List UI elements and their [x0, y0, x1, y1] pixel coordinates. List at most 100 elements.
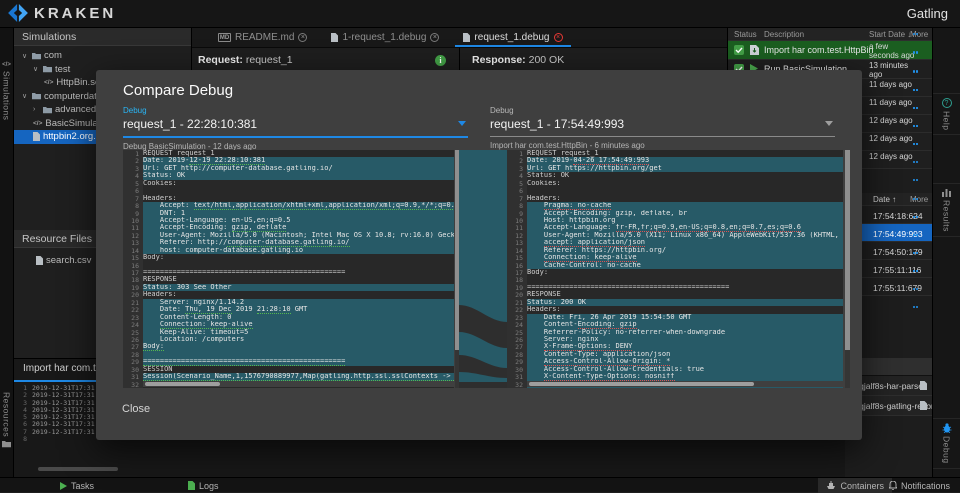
close-button[interactable]: Close	[112, 398, 160, 420]
har-import-icon	[750, 45, 759, 55]
col-start-date[interactable]: Start Date ↓	[869, 30, 911, 39]
debug-select-left-value[interactable]: request_1 - 22:28:10:381	[123, 117, 468, 131]
code-line: 9 DNT: 1	[123, 210, 454, 217]
notifications-tab-label: Notifications	[901, 481, 950, 491]
info-icon[interactable]: i	[435, 55, 446, 66]
code-icon: </>	[2, 62, 11, 68]
chevron-down-icon[interactable]: ∨	[22, 92, 29, 100]
close-icon[interactable]: ×	[430, 33, 439, 42]
results-icon	[942, 188, 951, 197]
code-line: 20RESPONSE	[507, 291, 843, 298]
task-start-date: 12 days ago	[869, 153, 915, 162]
code-line: 6	[123, 187, 454, 194]
close-icon[interactable]: ×	[298, 33, 307, 42]
simulations-panel-title: Simulations	[14, 28, 191, 46]
rail-tab-help[interactable]: ? Help	[933, 93, 960, 135]
sort-up-icon: ↑	[892, 195, 896, 204]
code-line: 2Date: 2019-04-26 17:54:49:993	[507, 157, 843, 164]
code-line: 3Url: GET https://httpbin.org/get	[507, 165, 843, 172]
code-line: 13 accept: application/json	[507, 239, 843, 246]
editor-tab-request-1-debug[interactable]: request_1.debug ×	[451, 28, 574, 47]
code-line: 22 Date: Thu, 19 Dec 2019 21:28:10 GMT	[123, 306, 454, 313]
code-line: 15Body:	[123, 254, 454, 261]
editor-tab-readme-md[interactable]: MDREADME.md×	[206, 28, 319, 47]
code-line: 12 User-Agent: Mozilla/5.0 (Macintosh; I…	[123, 232, 454, 239]
code-line: 31Session(Scenario_Name,1,1576790889977,…	[123, 373, 454, 380]
file-icon	[331, 33, 338, 42]
code-line: 8 Pragma: no-cache	[507, 202, 843, 209]
code-icon: </>	[44, 79, 53, 86]
checkbox-checked-icon[interactable]	[734, 45, 744, 55]
folder-icon	[32, 92, 41, 100]
task-start-date: 11 days ago	[869, 81, 915, 90]
code-line: 15 Connection: keep-alive	[507, 254, 843, 261]
compare-debug-modal: Compare Debug Debug request_1 - 22:28:10…	[96, 70, 862, 440]
debug-label: Debug	[942, 436, 952, 464]
task-start-date: 12 days ago	[869, 135, 915, 144]
rail-tab-results[interactable]: Results	[933, 183, 960, 237]
debug-select-right-value[interactable]: request_1 - 17:54:49:993	[490, 117, 835, 131]
task-row[interactable]: Import har com.test.HttpBina few seconds…	[728, 41, 932, 60]
more-menu-icon[interactable]	[912, 133, 920, 187]
col-date[interactable]: Date ↑	[873, 195, 896, 204]
rail-tab-resources[interactable]: Resources	[0, 388, 13, 452]
code-line: 12 User-Agent: Mozilla/5.0 (X11; Linux x…	[507, 232, 843, 239]
tasks-table-header: Status Description Start Date ↓ More	[728, 28, 932, 41]
file-icon	[36, 256, 43, 265]
help-icon: ?	[942, 98, 952, 108]
log-hscrollbar[interactable]	[38, 467, 118, 471]
code-line: 17======================================…	[123, 269, 454, 276]
chevron-right-icon[interactable]: ›	[33, 106, 40, 113]
code-line: 24 Connection: keep-alive	[123, 321, 454, 328]
tasks-tab[interactable]: Tasks	[52, 478, 102, 493]
scrollbar-thumb[interactable]	[145, 382, 220, 386]
tab-label: request_1.debug	[474, 32, 549, 43]
code-line: 30 Access-Control-Allow-Credentials: tru…	[507, 366, 843, 373]
code-line: 25 Referrer-Policy: no-referrer-when-dow…	[507, 329, 843, 336]
close-icon[interactable]: ×	[554, 33, 563, 42]
file-icon	[33, 132, 40, 141]
col-status: Status	[734, 30, 757, 39]
results-label: Results	[942, 200, 952, 232]
code-line: 5Cookies:	[507, 180, 843, 187]
status-checkbox[interactable]	[734, 45, 744, 55]
code-line: 10 Host: httpbin.org	[507, 217, 843, 224]
code-line: 23 Content-Length: 0	[123, 314, 454, 321]
rail-tab-simulations[interactable]: </> Simulations	[0, 58, 13, 124]
code-line: 2Date: 2019-12-19 22:28:10:381	[123, 157, 454, 164]
code-line: 19Status: 303 See Other	[123, 284, 454, 291]
code-line: 3Url: GET http://computer-database.gatli…	[123, 165, 454, 172]
diff-left-code: 1REQUEST request_12Date: 2019-12-19 22:2…	[123, 150, 454, 388]
code-line: 1REQUEST request_1	[507, 150, 843, 157]
scrollbar-thumb[interactable]	[529, 382, 754, 386]
right-hscrollbar	[527, 381, 843, 387]
chevron-down-icon[interactable]: ∨	[33, 65, 40, 73]
code-line: 18RESPONSE	[123, 276, 454, 283]
code-line: 26 Location: /computers	[123, 336, 454, 343]
chevron-down-icon[interactable]: ∨	[22, 52, 29, 60]
editor-tab-1-request-1-debug[interactable]: 1-request_1.debug×	[319, 28, 451, 47]
code-line: 23 Date: Fri, 26 Apr 2019 15:54:50 GMT	[507, 314, 843, 321]
code-line: 18	[507, 276, 843, 283]
select-caption: Import har com.test.HttpBin - 6 minutes …	[490, 141, 835, 150]
code-line: 14 host: computer-database.gatling.io	[123, 247, 454, 254]
code-line: 17Body:	[507, 269, 843, 276]
code-line: 28	[123, 351, 454, 358]
code-line: 14 Referer: https://httpbin.org/	[507, 247, 843, 254]
left-hscrollbar	[143, 381, 454, 387]
sidebar-item-com[interactable]: ∨com	[14, 49, 191, 63]
code-line: 26 Server: nginx	[507, 336, 843, 343]
code-line: 16	[123, 262, 454, 269]
scrollbar-thumb[interactable]	[845, 150, 850, 350]
diff-connector-gutter	[459, 150, 507, 388]
app-logo: KRAKEN	[8, 4, 116, 22]
debug-select-right: Debug request_1 - 17:54:49:993 Import ha…	[490, 106, 835, 150]
more-menu-icon[interactable]	[912, 260, 920, 314]
file-icon	[188, 481, 195, 490]
notifications-tab[interactable]: Notifications	[881, 478, 958, 493]
logs-tab[interactable]: Logs	[180, 478, 227, 493]
rail-tab-debug[interactable]: Debug	[933, 418, 960, 469]
code-line: 29 Access-Control-Allow-Origin: *	[507, 358, 843, 365]
resource-item-label: search.csv	[46, 255, 91, 266]
select-label: Debug	[123, 106, 468, 115]
